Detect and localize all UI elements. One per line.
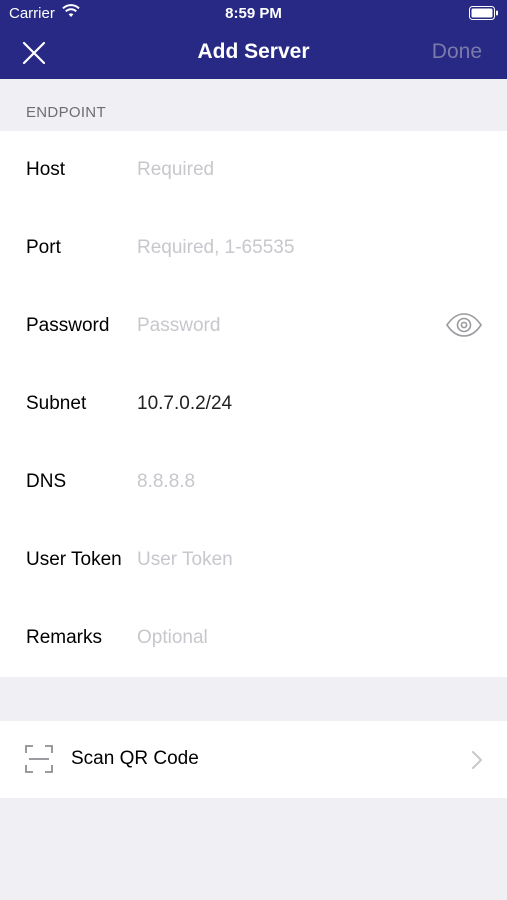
password-field[interactable] (137, 313, 427, 339)
subnet-field[interactable] (137, 391, 427, 417)
port-row: Port (0, 209, 507, 287)
dns-field[interactable] (137, 469, 427, 495)
status-time: 8:59 PM (225, 5, 282, 22)
subnet-label: Subnet (26, 393, 87, 414)
host-row: Host (0, 131, 507, 209)
user-token-field[interactable] (137, 547, 427, 573)
port-field[interactable] (137, 235, 427, 261)
subnet-row: Subnet (0, 365, 507, 443)
dns-label: DNS (26, 471, 67, 492)
user-token-row: User Token (0, 521, 507, 599)
dns-row: DNS (0, 443, 507, 521)
battery-icon (469, 6, 498, 20)
port-label: Port (26, 237, 61, 258)
navigation-bar: Carrier 8:59 PM Add Server Done (0, 0, 507, 79)
endpoint-form: Host Port Password Subnet DNS User Token… (0, 131, 507, 677)
scan-qr-code-button[interactable]: Scan QR Code (0, 721, 507, 798)
section-header-endpoint: ENDPOINT (26, 104, 106, 121)
scan-qr-code-label: Scan QR Code (71, 748, 199, 769)
user-token-label: User Token (26, 549, 122, 570)
password-row: Password (0, 287, 507, 365)
host-field[interactable] (137, 157, 427, 183)
eye-icon[interactable] (445, 311, 483, 339)
host-label: Host (26, 159, 66, 180)
qr-scan-icon (25, 745, 53, 773)
remarks-field[interactable] (137, 625, 427, 651)
done-button[interactable]: Done (432, 40, 482, 64)
chevron-right-icon (472, 751, 482, 769)
password-label: Password (26, 315, 110, 336)
remarks-label: Remarks (26, 627, 103, 648)
remarks-row: Remarks (0, 599, 507, 677)
status-bar: Carrier 8:59 PM (0, 0, 507, 28)
